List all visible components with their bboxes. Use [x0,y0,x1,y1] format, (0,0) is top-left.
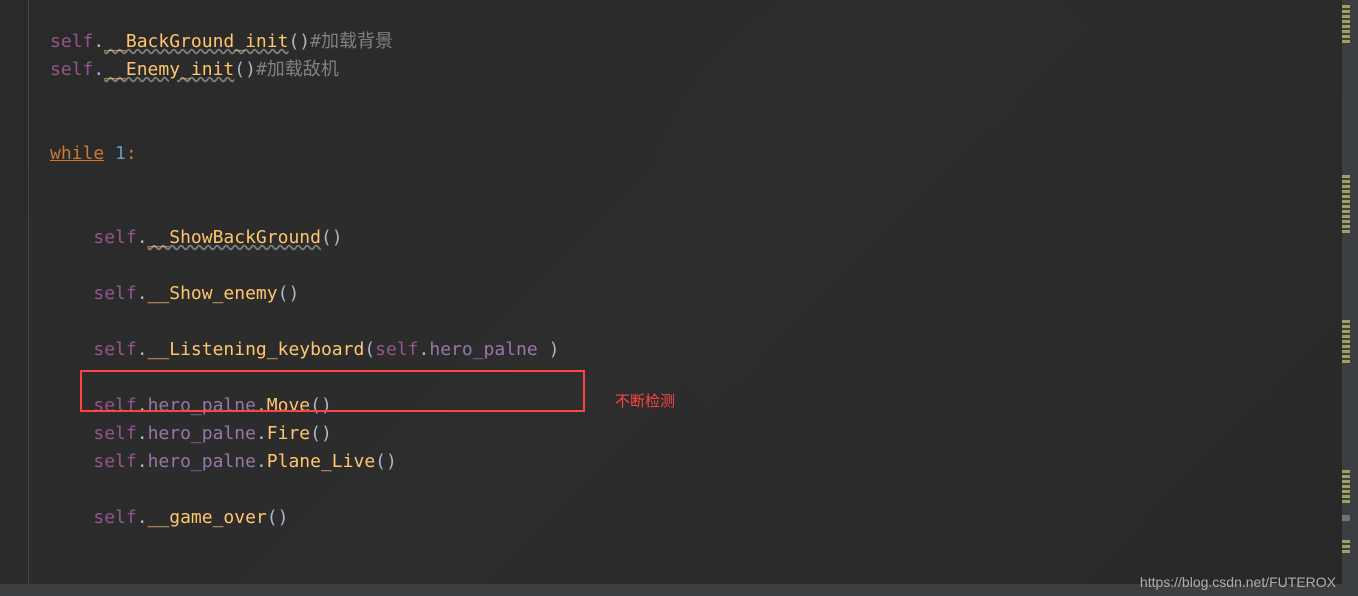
while-keyword: while [50,143,104,164]
method-name: Plane_Live [267,451,375,472]
method-name: __game_over [148,507,267,528]
method-name: __ShowBackGround [148,227,321,248]
method-name: Move [267,395,310,416]
code-editor[interactable]: self.__BackGround_init()#加载背景 self.__Ene… [0,0,1330,596]
code-line-blank [50,476,1330,504]
code-line: self.__game_over() [50,504,1330,532]
self-keyword: self [93,283,136,304]
annotation-label: 不断检测 [615,390,675,411]
code-line-blank [50,84,1330,112]
code-line: self.hero_palne.Plane_Live() [50,448,1330,476]
code-line: self.__Show_enemy() [50,280,1330,308]
code-line-blank [50,196,1330,224]
scrollbar-markers [1340,0,1350,596]
self-keyword: self [93,227,136,248]
attribute: hero_palne [148,395,256,416]
attribute: hero_palne [148,451,256,472]
self-keyword: self [93,451,136,472]
self-keyword: self [50,31,93,52]
self-keyword: self [50,59,93,80]
code-line-blank [50,168,1330,196]
code-line: while 1: [50,140,1330,168]
method-name: __Show_enemy [148,283,278,304]
method-name: __Listening_keyboard [148,339,365,360]
code-line-blank [50,308,1330,336]
code-line: self.__ShowBackGround() [50,224,1330,252]
comment: #加载敌机 [256,59,339,80]
self-keyword: self [93,395,136,416]
method-name: __BackGround_init [104,31,288,52]
code-line: self.hero_palne.Move() [50,392,1330,420]
comment: #加载背景 [310,31,393,52]
code-line: self.__Enemy_init()#加载敌机 [50,56,1330,84]
self-keyword: self [93,423,136,444]
code-line-blank [50,364,1330,392]
self-keyword: self [93,507,136,528]
code-line-blank [50,252,1330,280]
attribute: hero_palne [148,423,256,444]
number-literal: 1 [115,143,126,164]
watermark-text: https://blog.csdn.net/FUTEROX [1140,574,1336,590]
code-line: self.hero_palne.Fire() [50,420,1330,448]
method-name: Fire [267,423,310,444]
vertical-scrollbar[interactable] [1342,0,1358,596]
code-line: self.__Listening_keyboard(self.hero_paln… [50,336,1330,364]
code-line: self.__BackGround_init()#加载背景 [50,28,1330,56]
attribute: hero_palne [429,339,537,360]
code-line-blank [50,112,1330,140]
self-keyword: self [93,339,136,360]
method-name: __Enemy_init [104,59,234,80]
